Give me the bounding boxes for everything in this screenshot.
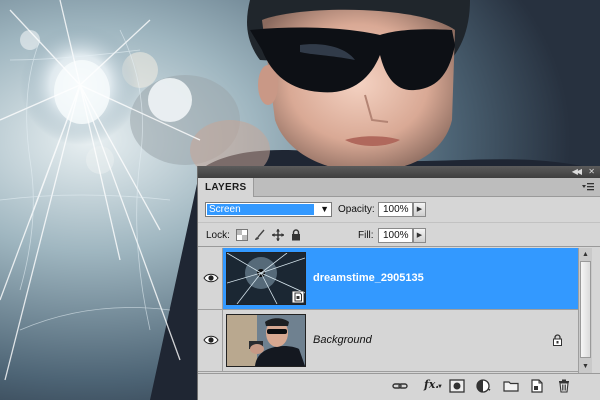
folder-icon[interactable] — [503, 379, 519, 393]
lock-icon — [553, 334, 562, 346]
link-icon[interactable] — [392, 379, 408, 393]
smart-object-icon — [292, 291, 304, 303]
adjustment-icon[interactable] — [476, 379, 492, 393]
eye-icon[interactable] — [203, 334, 219, 346]
opacity-label: Opacity: — [338, 204, 375, 215]
fill-field[interactable]: 100% — [378, 228, 413, 243]
new-layer-icon[interactable] — [529, 379, 545, 393]
lock-row: Lock: Fill: 100% ▶ — [198, 222, 600, 247]
scroll-down-icon[interactable]: ▼ — [580, 361, 591, 372]
lock-label: Lock: — [206, 230, 230, 241]
layer-name[interactable]: dreamstime_2905135 — [313, 272, 424, 284]
close-icon[interactable]: ✕ — [588, 166, 595, 178]
layer-row-background[interactable]: Background — [198, 310, 578, 372]
fx-dropdown-icon[interactable]: ▼ — [437, 384, 443, 390]
trash-icon[interactable] — [556, 379, 572, 393]
opacity-field[interactable]: 100% — [378, 202, 413, 217]
mask-icon[interactable] — [449, 379, 465, 393]
blend-mode-value: Screen — [207, 204, 314, 215]
layers-bottom-toolbar: fx. ▼ — [198, 373, 600, 400]
collapse-icon[interactable]: ◀◀ — [572, 166, 582, 178]
lock-brush-icon[interactable] — [254, 229, 266, 241]
layer-thumbnail-glass[interactable] — [226, 252, 306, 305]
fill-slider-button[interactable]: ▶ — [413, 228, 426, 243]
lock-all-icon[interactable] — [290, 229, 302, 241]
layers-list: dreamstime_2905135 Background — [198, 248, 578, 373]
layers-scrollbar[interactable]: ▲ ▼ — [578, 248, 592, 373]
man-with-gun-thumbnail — [227, 315, 305, 366]
scroll-up-icon[interactable]: ▲ — [580, 249, 591, 260]
scroll-thumb[interactable] — [580, 261, 591, 358]
lock-move-icon[interactable] — [272, 229, 284, 241]
panel-menu-icon[interactable] — [581, 181, 595, 193]
eye-icon[interactable] — [203, 272, 219, 284]
panel-tab-row: LAYERS — [198, 178, 600, 197]
visibility-toggle[interactable] — [198, 248, 223, 309]
panel-titlebar[interactable]: ◀◀ ✕ — [198, 166, 600, 178]
tab-layers[interactable]: LAYERS — [198, 178, 255, 197]
layer-name[interactable]: Background — [313, 334, 372, 346]
lock-transparency-icon[interactable] — [236, 229, 248, 241]
layer-thumbnail-background[interactable] — [226, 314, 306, 367]
opacity-slider-button[interactable]: ▶ — [413, 202, 426, 217]
chevron-down-icon[interactable]: ▼ — [320, 204, 329, 215]
visibility-toggle[interactable] — [198, 310, 223, 371]
blend-mode-select[interactable]: Screen ▼ — [205, 202, 332, 217]
layers-panel: ◀◀ ✕ LAYERS Screen ▼ Opacity: 100% ▶ Loc… — [197, 166, 600, 400]
layer-row-dreamstime[interactable]: dreamstime_2905135 — [198, 248, 578, 310]
blend-row: Screen ▼ Opacity: 100% ▶ — [198, 198, 600, 222]
fill-label: Fill: — [358, 230, 374, 241]
